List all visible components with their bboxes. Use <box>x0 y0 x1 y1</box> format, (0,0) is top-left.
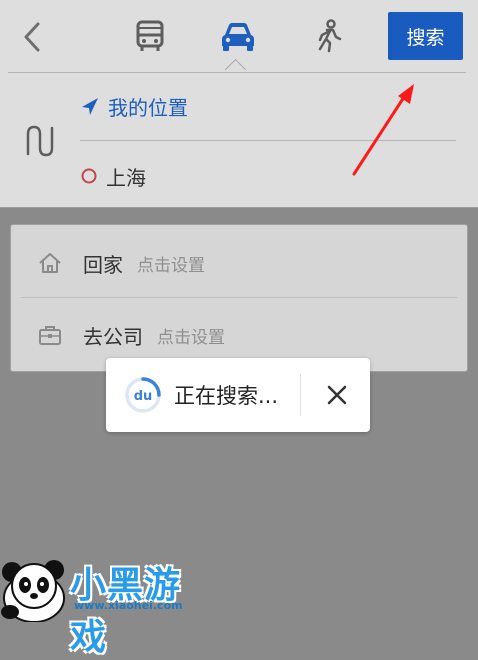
watermark-logo: 小黑游戏 www.xiaohei.com <box>0 552 200 658</box>
header-divider <box>8 72 466 73</box>
search-button[interactable]: 搜索 <box>388 12 463 60</box>
chevron-left-icon <box>24 22 40 52</box>
shortcut-label: 回家 <box>83 252 123 277</box>
swap-icon <box>26 125 54 157</box>
car-icon <box>222 23 254 51</box>
destination-circle-icon <box>81 168 97 184</box>
shortcut-label: 去公司 <box>83 324 143 349</box>
shortcut-home[interactable]: 回家 点击设置 <box>11 227 467 299</box>
close-button[interactable] <box>314 374 360 416</box>
navigation-arrow-icon <box>82 98 98 115</box>
mode-car-tab[interactable] <box>216 14 260 58</box>
destination-field[interactable]: 上海 <box>80 158 146 194</box>
mode-bus-tab[interactable] <box>128 14 172 58</box>
loading-spinner-icon: du <box>125 377 161 413</box>
annotation-arrow-icon <box>352 84 414 176</box>
home-icon <box>39 253 61 273</box>
mode-walk-tab[interactable] <box>306 14 350 58</box>
shortcut-divider <box>21 297 457 298</box>
bus-icon <box>136 20 164 51</box>
toast-message: 正在搜索... <box>174 384 279 408</box>
watermark-url: www.xiaohei.com <box>74 599 183 612</box>
toast-separator <box>300 374 301 416</box>
active-mode-caret <box>224 58 247 81</box>
shortcut-hint: 点击设置 <box>157 327 225 348</box>
origin-label: 我的位置 <box>108 95 188 120</box>
svg-text:du: du <box>134 389 153 404</box>
briefcase-icon <box>39 326 61 345</box>
searching-toast: du 正在搜索... <box>106 358 370 432</box>
panda-icon <box>1 560 65 622</box>
close-icon <box>327 385 347 405</box>
walk-icon <box>318 19 342 53</box>
destination-label: 上海 <box>106 165 146 190</box>
shortcuts-card: 回家 点击设置 去公司 点击设置 <box>10 224 468 372</box>
back-button[interactable] <box>18 18 48 56</box>
swap-route-button[interactable] <box>24 122 56 160</box>
origin-field[interactable]: 我的位置 <box>80 88 188 124</box>
shortcut-hint: 点击设置 <box>137 255 205 276</box>
